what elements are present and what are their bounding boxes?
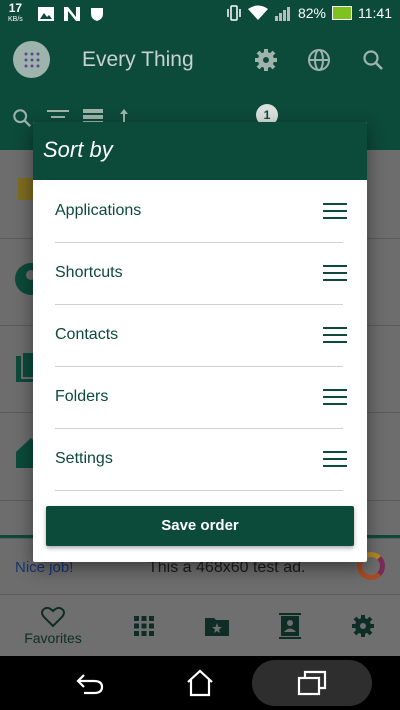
sort-item-settings[interactable]: Settings	[33, 428, 367, 490]
bottom-nav: Favorites	[0, 594, 400, 656]
sort-item-label: Folders	[55, 388, 109, 405]
dialog-title: Sort by	[43, 137, 113, 162]
sort-item-folders[interactable]: Folders	[33, 366, 367, 428]
signal-icon	[274, 7, 290, 21]
sort-item-label: Shortcuts	[55, 264, 123, 281]
wifi-icon	[247, 5, 268, 20]
drag-handle-icon[interactable]	[323, 451, 347, 467]
nav-folders[interactable]	[200, 595, 234, 657]
drag-handle-icon[interactable]	[323, 265, 347, 281]
globe-icon[interactable]	[306, 47, 332, 73]
clock: 11:41	[358, 5, 392, 21]
sort-dialog: Sort by Applications Shortcuts Contacts …	[33, 122, 367, 562]
nav-contacts[interactable]	[273, 595, 307, 657]
system-nav-bar	[0, 656, 400, 710]
network-speed: 17 KB/s	[8, 1, 23, 23]
search-icon[interactable]	[12, 108, 32, 128]
heart-icon	[41, 606, 65, 628]
drag-handle-icon[interactable]	[323, 203, 347, 219]
dialog-header: Sort by	[33, 122, 367, 180]
drag-handle-icon[interactable]	[323, 389, 347, 405]
drag-handle-icon[interactable]	[323, 327, 347, 343]
sort-item-shortcuts[interactable]: Shortcuts	[33, 242, 367, 304]
app-notification-icon	[64, 7, 80, 21]
save-order-button[interactable]: Save order	[46, 506, 354, 546]
sort-item-label: Contacts	[55, 326, 119, 343]
app-bar: Every Thing	[0, 30, 400, 90]
contact-card-icon	[279, 613, 301, 639]
vibrate-icon	[227, 5, 241, 21]
image-icon	[38, 7, 54, 21]
sort-item-label: Applications	[55, 202, 142, 219]
battery-percent: 82%	[297, 5, 326, 21]
star-folder-icon	[205, 618, 229, 636]
sort-item-label: Settings	[55, 450, 113, 467]
nav-favorites[interactable]: Favorites	[14, 595, 92, 657]
shield-icon	[91, 8, 103, 21]
sort-item-applications[interactable]: Applications	[33, 180, 367, 242]
gear-icon[interactable]	[253, 47, 279, 73]
nav-settings[interactable]	[346, 595, 380, 657]
app-title: Every Thing	[82, 48, 194, 71]
recents-icon[interactable]	[294, 666, 330, 700]
search-icon[interactable]	[360, 47, 386, 73]
status-bar: 17 KB/s 82% 11:41	[0, 0, 400, 30]
nav-favorites-label: Favorites	[24, 630, 82, 646]
back-icon[interactable]	[72, 666, 108, 700]
apps-grid-icon	[134, 616, 154, 636]
nav-apps[interactable]	[127, 595, 161, 657]
battery-icon	[332, 6, 352, 20]
apps-grid-icon[interactable]	[13, 41, 50, 78]
gear-icon	[352, 615, 374, 637]
sort-item-contacts[interactable]: Contacts	[33, 304, 367, 366]
home-icon[interactable]	[182, 666, 218, 700]
